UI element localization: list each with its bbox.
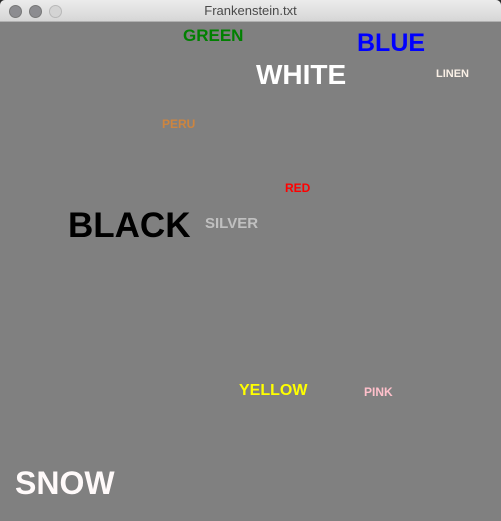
word-peru: PERU (162, 117, 196, 131)
title-bar[interactable]: Frankenstein.txt (0, 0, 501, 22)
word-black: BLACK (68, 206, 191, 245)
word-yellow: YELLOW (239, 382, 308, 399)
word-silver: SILVER (205, 215, 259, 232)
word-green: GREEN (183, 26, 244, 45)
word-linen: LINEN (436, 68, 469, 80)
app-window: Frankenstein.txt GREEN BLUE WHITE LINEN … (0, 0, 501, 521)
word-snow: SNOW (15, 465, 115, 501)
window-title: Frankenstein.txt (204, 3, 297, 18)
word-blue: BLUE (357, 29, 426, 57)
word-white: WHITE (256, 59, 347, 90)
word-pink: PINK (364, 385, 393, 399)
word-red: RED (285, 181, 311, 195)
